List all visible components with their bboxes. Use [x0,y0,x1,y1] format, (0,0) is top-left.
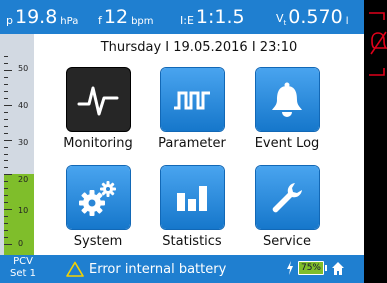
service-button[interactable] [255,166,319,229]
pressure-unit: hPa [60,16,79,27]
frequency-symbol: f [98,14,102,27]
ie-ratio-symbol: I:E [180,14,194,27]
datetime-display: Thursday I 19.05.2016 I 23:10 [100,40,298,55]
gauge-tick [4,174,12,176]
gauge-tick [4,132,8,134]
gauge-label-0: 0 [18,239,24,248]
tidal-volume-unit: l [345,16,349,27]
ie-ratio-value: 1:1.5 [195,6,245,28]
tidal-volume-symbol: Vt [276,12,286,27]
gauge-tick [4,202,8,204]
service-label: Service [262,234,312,249]
event-log-tile[interactable]: Event Log [240,68,334,151]
power-status: 75% [286,261,344,275]
gauge-tick [4,76,8,78]
gauge-tick [4,153,8,155]
gauge-tick [4,160,8,162]
gears-icon [79,180,116,216]
gauge-tick [4,118,8,120]
tidal-volume-value: 0.570 [288,6,343,28]
system-label: System [73,234,123,249]
ventilation-mode[interactable]: PCV Set 1 [6,256,40,280]
gauge-tick [4,244,12,245]
frequency-readout: f 12 bpm [98,0,154,34]
monitoring-icon [77,86,119,115]
battery-indicator: 75% [298,261,327,275]
service-tile[interactable]: Service [240,166,334,249]
event-log-button[interactable] [255,68,319,131]
statistics-button[interactable] [160,166,224,229]
system-button[interactable] [66,166,130,229]
tidal-volume-readout: Vt 0.570 l [276,0,348,34]
monitoring-label: Monitoring [63,136,133,151]
bar-chart-icon [177,185,207,211]
ventilator-screen: p 19.8 hPa f 12 bpm I:E 1:1.5 Vt 0.570 l… [0,0,364,283]
bell-icon [272,82,302,117]
gauge-tick [4,97,8,99]
gauge-tick [4,83,8,85]
pressure-symbol: p [6,14,13,27]
alarm-mute-icon [369,12,387,76]
status-bar: PCV Set 1 Error internal battery 75% [0,255,364,283]
pressure-gauge: 50 40 30 20 10 0 [0,34,34,255]
gauge-tick [4,104,12,106]
alarm-text: Error internal battery [89,261,227,277]
statistics-label: Statistics [162,234,222,249]
parameter-icon [174,91,210,109]
alarm-mute-button[interactable] [368,10,387,82]
tidal-volume-symbol-sub: t [283,19,287,27]
gauge-label-30: 30 [18,138,29,147]
wrench-icon [272,182,302,212]
frequency-value: 12 [103,6,129,28]
gauge-tick [4,111,8,113]
gauge-tick [4,181,8,183]
parameter-tile[interactable]: Parameter [145,68,239,151]
tidal-volume-symbol-letter: V [276,11,284,25]
mode-set: Set 1 [10,268,36,279]
event-log-label: Event Log [254,136,320,151]
warning-icon [66,261,84,277]
pressure-readout: p 19.8 hPa [6,0,78,34]
gauge-tick [4,167,8,169]
gauge-label-10: 10 [18,206,29,215]
gauge-tick [4,139,12,141]
gauge-tick [4,70,12,71]
alarm-message[interactable]: Error internal battery [66,255,226,283]
parameter-bar: p 19.8 hPa f 12 bpm I:E 1:1.5 Vt 0.570 l [0,0,364,34]
pressure-value: 19.8 [14,6,58,28]
gauge-tick [4,195,8,197]
gauge-tick [4,56,8,58]
system-tile[interactable]: System [51,166,145,249]
gauge-tick [4,230,8,232]
statistics-tile[interactable]: Statistics [145,166,239,249]
monitoring-button[interactable] [66,68,130,131]
gauge-tick [4,125,8,127]
parameter-button[interactable] [160,68,224,131]
gauge-tick [4,146,8,148]
gauge-label-50: 50 [18,64,29,73]
frequency-unit: bpm [131,16,154,27]
gauge-tick [4,188,8,190]
gauge-label-20: 20 [18,175,29,184]
mode-name: PCV [13,256,33,267]
gauge-label-40: 40 [18,101,29,110]
gauge-tick [4,90,8,92]
gauge-tick [4,209,12,211]
gauge-tick [4,237,8,239]
side-strip [364,0,387,283]
ie-ratio-readout: I:E 1:1.5 [180,0,245,34]
home-icon [332,261,344,275]
pressure-gauge-ticks [4,34,12,255]
parameter-label: Parameter [158,136,226,151]
gauge-tick [4,63,8,65]
gauge-tick [4,216,8,218]
monitoring-tile[interactable]: Monitoring [51,68,145,151]
lightning-icon [287,261,293,275]
gauge-tick [4,223,8,225]
